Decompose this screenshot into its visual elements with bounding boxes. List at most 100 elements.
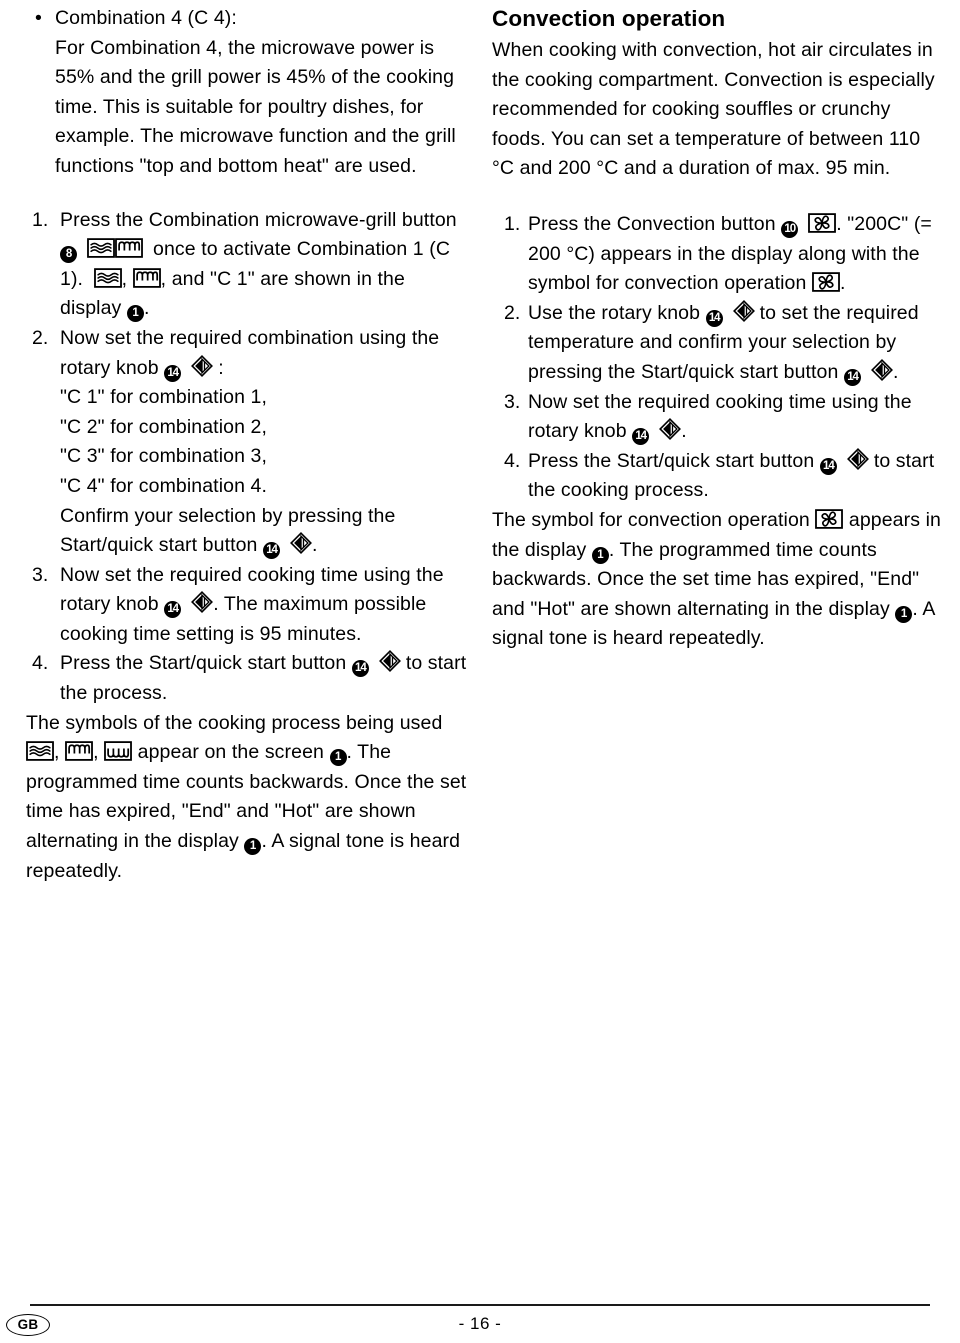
right-step-2-text: Use the rotary knob 14 to set the require…: [528, 299, 942, 388]
left-step-4-body: Press the Start/quick start button 14 to …: [60, 649, 470, 708]
left-closing-comma-2: ,: [93, 741, 99, 764]
combination-option-3: "C 3" for combination 3,: [60, 445, 268, 468]
ref-badge-14: 14: [164, 364, 182, 382]
rotary-knob-icon: [290, 532, 312, 554]
grill-bottom-heat-icon: [104, 741, 132, 761]
rotary-knob-icon: [847, 448, 869, 470]
left-step-4-number: 4.: [32, 652, 49, 675]
right-step-3-period: .: [681, 420, 687, 443]
left-step-4-text-a: Press the Start/quick start button: [60, 652, 347, 675]
rotary-knob-icon: [191, 591, 213, 613]
ref-badge-1: 1: [895, 605, 913, 623]
combination-option-2: "C 2" for combination 2,: [60, 415, 268, 438]
rotary-knob-icon: [191, 355, 213, 377]
left-step-3-number: 3.: [32, 563, 49, 586]
ref-badge-14: 14: [705, 309, 723, 327]
ref-badge-8: 8: [60, 246, 77, 264]
right-closing-a: The symbol for convection operation: [492, 508, 810, 531]
rotary-knob-icon: [659, 418, 681, 440]
left-closing-d: appear on the screen: [137, 741, 324, 764]
right-step-1-text: Press the Convection button 10. "200C" (…: [528, 210, 942, 299]
left-step-2-text-a: Now set the required combination using t…: [60, 326, 440, 379]
right-step-1-body: Press the Convection button 10. "200C" (…: [528, 210, 942, 299]
right-step-4-body: Press the Start/quick start button 14 to …: [528, 447, 942, 506]
right-step-2: 2. Use the rotary knob 14 to set the requ…: [492, 299, 942, 388]
rotary-knob-icon: [379, 650, 401, 672]
bullet-marker: •: [35, 7, 42, 29]
left-step-2: 2. Now set the required combination usin…: [24, 324, 470, 561]
right-step-1-period: .: [839, 272, 846, 295]
page-footer: GB - 16 -: [0, 1312, 960, 1342]
left-step-2-body: Now set the required combination using t…: [60, 324, 470, 561]
grill-top-heat-icon: [133, 268, 161, 288]
left-column: • Combination 4 (C 4): For Combination 4…: [0, 0, 480, 886]
ref-badge-14: 14: [263, 542, 281, 560]
left-step-1-period: .: [143, 297, 150, 320]
microwave-waves-icon: [94, 268, 122, 288]
bullet-content: Combination 4 (C 4): For Combination 4, …: [55, 4, 470, 182]
left-step-2-number: 2.: [32, 326, 49, 349]
right-step-4: 4. Press the Start/quick start button 14…: [492, 447, 942, 506]
rotary-knob-icon: [871, 359, 893, 381]
left-step-4-text: Press the Start/quick start button 14 to …: [60, 649, 470, 708]
grill-top-heat-icon: [115, 238, 143, 258]
left-step-2-confirm: Confirm your selection by pressing the S…: [60, 502, 470, 561]
right-column: Convection operation When cooking with c…: [480, 0, 960, 886]
left-step-1-number: 1.: [32, 208, 49, 231]
ref-badge-14: 14: [632, 428, 650, 446]
right-step-1: 1. Press the Convection button 10. "200C…: [492, 210, 942, 299]
convection-fan-icon: [808, 213, 836, 233]
right-step-1-number: 1.: [504, 212, 521, 235]
combination-option-1: "C 1" for combination 1,: [60, 386, 268, 409]
rotary-knob-icon: [733, 300, 755, 322]
bullet-combination-4: • Combination 4 (C 4): For Combination 4…: [24, 4, 470, 182]
right-closing-paragraph: The symbol for convection operation appe…: [492, 506, 942, 654]
right-step-3-body: Now set the required cooking time using …: [528, 388, 942, 447]
manual-page: • Combination 4 (C 4): For Combination 4…: [0, 0, 960, 1343]
page-number: - 16 -: [458, 1314, 502, 1333]
bullet-body-text: For Combination 4, the microwave power i…: [55, 36, 456, 177]
convection-intro-paragraph: When cooking with convection, hot air ci…: [492, 39, 935, 180]
two-column-body: • Combination 4 (C 4): For Combination 4…: [0, 0, 960, 886]
combination-option-4: "C 4" for combination 4.: [60, 474, 268, 497]
convection-fan-icon: [815, 509, 843, 529]
ref-badge-14: 14: [164, 601, 182, 619]
left-closing-comma-1: ,: [54, 741, 60, 764]
left-step-1: 1. Press the Combination microwave-grill…: [24, 206, 470, 324]
left-step-2-confirm-a: Confirm your selection by pressing the S…: [60, 504, 396, 557]
left-step-4: 4. Press the Start/quick start button 14…: [24, 649, 470, 708]
left-step-2-colon: :: [218, 356, 224, 379]
ref-badge-1: 1: [329, 749, 347, 767]
right-step-4-text-a: Press the Start/quick start button: [528, 449, 815, 472]
ref-badge-1: 1: [126, 305, 144, 323]
right-step-2-number: 2.: [504, 301, 521, 324]
left-step-1-body: Press the Combination microwave-grill bu…: [60, 206, 470, 324]
ref-badge-14: 14: [843, 368, 861, 386]
left-step-2-confirm-period: .: [312, 534, 318, 557]
bullet-title: Combination 4 (C 4):: [55, 7, 237, 29]
right-step-2-period: .: [892, 360, 899, 383]
right-step-3-number: 3.: [504, 390, 521, 413]
right-step-2-body: Use the rotary knob 14 to set the require…: [528, 299, 942, 388]
left-step-3-body: Now set the required cooking time using …: [60, 561, 470, 650]
right-step-3: 3. Now set the required cooking time usi…: [492, 388, 942, 447]
convection-fan-icon: [812, 272, 840, 292]
section-heading-convection: Convection operation: [492, 6, 726, 31]
left-step-2-text: Now set the required combination using t…: [60, 324, 470, 383]
left-step-1-comma-1: ,: [121, 267, 128, 290]
right-step-3-text: Now set the required cooking time using …: [528, 388, 942, 447]
right-step-4-text: Press the Start/quick start button 14 to …: [528, 447, 942, 506]
microwave-waves-icon: [26, 741, 54, 761]
left-step-1-text: Press the Combination microwave-grill bu…: [60, 206, 470, 324]
right-step-4-number: 4.: [504, 449, 521, 472]
ref-badge-1: 1: [591, 546, 609, 564]
ref-badge-1: 1: [244, 838, 262, 856]
ref-badge-10: 10: [781, 220, 799, 238]
right-step-1-text-a: Press the Convection button: [528, 212, 776, 235]
left-step-3-text: Now set the required cooking time using …: [60, 561, 470, 650]
ref-badge-14: 14: [351, 660, 369, 678]
microwave-waves-icon: [87, 238, 115, 258]
left-step-1-text-a: Press the Combination microwave-grill bu…: [60, 208, 457, 231]
right-step-2-text-a: Use the rotary knob: [528, 301, 701, 324]
footer-divider: [30, 1304, 930, 1306]
